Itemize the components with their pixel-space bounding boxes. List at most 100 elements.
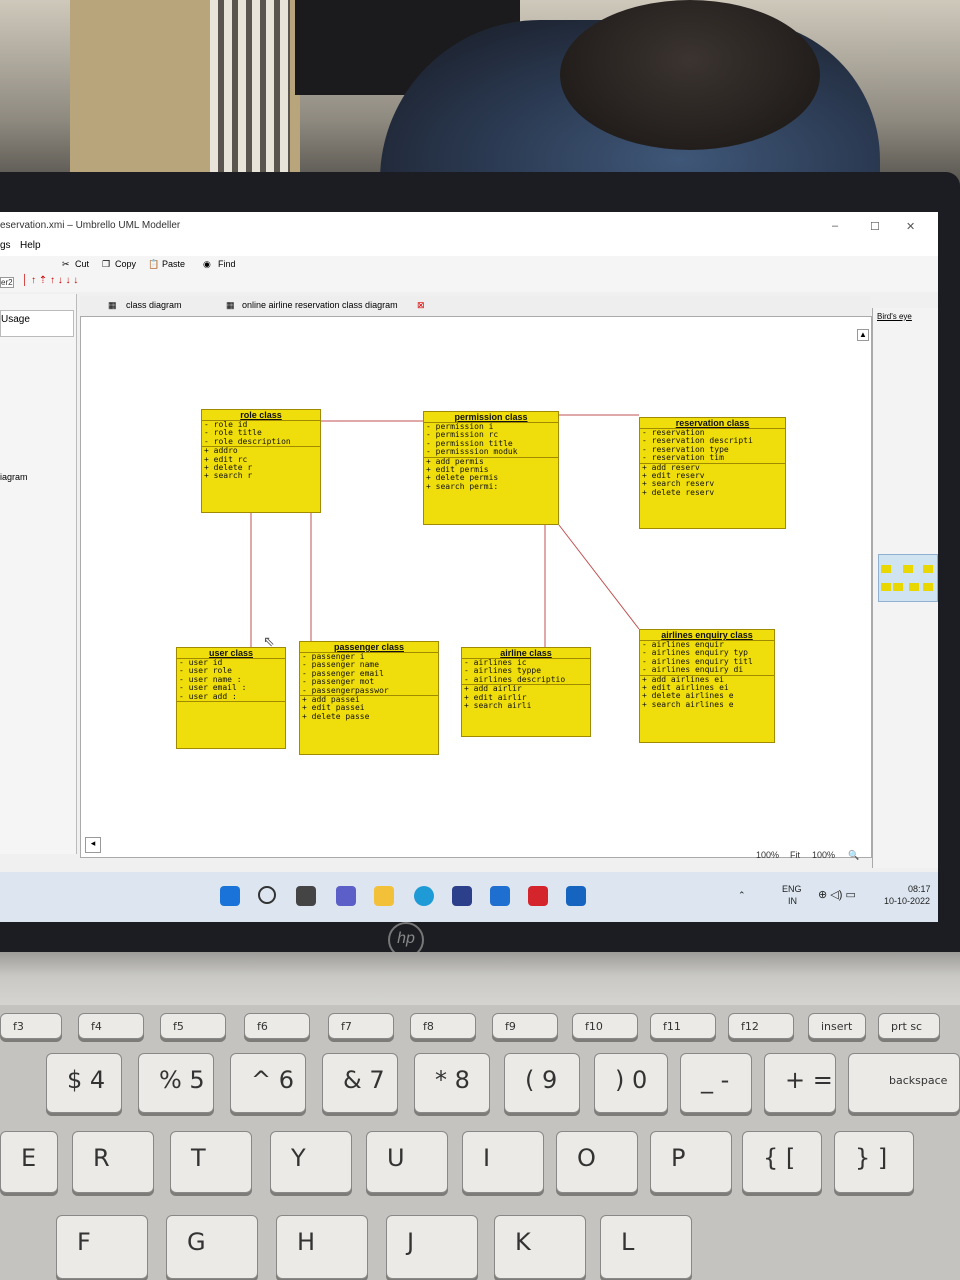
- key-f7[interactable]: f7: [328, 1013, 394, 1039]
- key-8[interactable]: * 8: [414, 1053, 490, 1113]
- mouse-cursor-icon: ⇖: [263, 633, 275, 649]
- key-k[interactable]: K: [494, 1215, 586, 1279]
- diagram-canvas[interactable]: role class - role id - role title - role…: [80, 316, 872, 858]
- key-t[interactable]: T: [170, 1131, 252, 1193]
- language-region[interactable]: IN: [788, 896, 797, 906]
- key-6[interactable]: ^ 6: [230, 1053, 306, 1113]
- edge-icon[interactable]: [414, 886, 434, 906]
- tree-view-usage[interactable]: Usage: [0, 310, 74, 337]
- key-7[interactable]: & 7: [322, 1053, 398, 1113]
- key-h[interactable]: H: [276, 1215, 368, 1279]
- key-f4[interactable]: f4: [78, 1013, 144, 1039]
- clock-date[interactable]: 10-10-2022: [884, 896, 930, 906]
- app-window-icon[interactable]: [566, 886, 586, 906]
- close-tab-icon[interactable]: ⊠: [417, 300, 425, 311]
- uml-class-airline[interactable]: airline class - airlines ic - airlines t…: [461, 647, 591, 737]
- uml-class-reservation[interactable]: reservation class - reservation - reserv…: [639, 417, 786, 529]
- key-o[interactable]: O: [556, 1131, 638, 1193]
- cut-button[interactable]: Cut: [75, 259, 89, 269]
- key-insert[interactable]: insert: [808, 1013, 866, 1039]
- tab-online-airline-reservation[interactable]: online airline reservation class diagram: [242, 300, 398, 310]
- key-minus[interactable]: _ -: [680, 1053, 752, 1113]
- key-f6[interactable]: f6: [244, 1013, 310, 1039]
- key-equals[interactable]: + =: [764, 1053, 836, 1113]
- key-l[interactable]: L: [600, 1215, 692, 1279]
- key-f3[interactable]: f3: [0, 1013, 62, 1039]
- key-f8[interactable]: f8: [410, 1013, 476, 1039]
- help-icon[interactable]: [490, 886, 510, 906]
- zoom-out-icon[interactable]: 🔍: [848, 850, 859, 861]
- birds-eye-preview[interactable]: [878, 554, 938, 602]
- tab-class-diagram[interactable]: class diagram: [126, 300, 182, 310]
- key-g[interactable]: G: [166, 1215, 258, 1279]
- scroll-up-icon[interactable]: ▲: [857, 329, 869, 341]
- store-icon[interactable]: [452, 886, 472, 906]
- tree-item-diagram[interactable]: iagram: [0, 472, 72, 484]
- key-backspace[interactable]: backspace: [848, 1053, 960, 1113]
- key-0[interactable]: ) 0: [594, 1053, 668, 1113]
- key-f10[interactable]: f10: [572, 1013, 638, 1039]
- copy-icon: ❐: [102, 259, 111, 269]
- fit-button[interactable]: Fit: [790, 850, 800, 860]
- search-icon[interactable]: [258, 886, 276, 904]
- key-prt-sc[interactable]: prt sc: [878, 1013, 940, 1039]
- key-left-bracket[interactable]: { [: [742, 1131, 822, 1193]
- mcafee-icon[interactable]: [528, 886, 548, 906]
- key-f12[interactable]: f12: [728, 1013, 794, 1039]
- uml-class-user[interactable]: user class - user id - user role - user …: [176, 647, 286, 749]
- menu-bar: gs Help: [0, 238, 938, 256]
- tray-chevron-icon[interactable]: ⌃: [738, 890, 746, 901]
- menu-item-settings[interactable]: gs: [0, 240, 11, 251]
- uml-operations: + add passei + edit passei + delete pass…: [300, 695, 438, 721]
- key-j[interactable]: J: [386, 1215, 478, 1279]
- key-i[interactable]: I: [462, 1131, 544, 1193]
- key-e[interactable]: E: [0, 1131, 58, 1193]
- key-f[interactable]: F: [56, 1215, 148, 1279]
- arrow-tools-icon[interactable]: │ ↑ ⇡ ↑ ↓ ↓ ↓: [22, 275, 78, 286]
- key-r[interactable]: R: [72, 1131, 154, 1193]
- key-4[interactable]: $ 4: [46, 1053, 122, 1113]
- key-f9[interactable]: f9: [492, 1013, 558, 1039]
- zoom-select[interactable]: 100%: [812, 850, 835, 860]
- copy-button[interactable]: Copy: [115, 259, 136, 269]
- close-button[interactable]: ✕: [906, 220, 915, 233]
- uml-attribute: - role description: [204, 436, 291, 446]
- key-p[interactable]: P: [650, 1131, 732, 1193]
- uml-operation: + delete passe: [302, 711, 370, 721]
- clock-time[interactable]: 08:17: [908, 884, 931, 894]
- find-button[interactable]: Find: [218, 259, 236, 269]
- file-explorer-icon[interactable]: [374, 886, 394, 906]
- mini-class: [923, 583, 933, 591]
- key-y[interactable]: Y: [270, 1131, 352, 1193]
- key-u[interactable]: U: [366, 1131, 448, 1193]
- network-volume-battery-icon[interactable]: ⊕ ◁) ▭: [818, 888, 856, 901]
- start-icon[interactable]: [220, 886, 240, 906]
- birds-eye-title: Bird's eye: [877, 312, 912, 321]
- scroll-left-icon[interactable]: ◂: [85, 837, 101, 853]
- key-9[interactable]: ( 9: [504, 1053, 580, 1113]
- zoom-level: 100%: [756, 850, 780, 860]
- mini-class: [881, 583, 891, 591]
- uml-class-role[interactable]: role class - role id - role title - role…: [201, 409, 321, 513]
- maximize-button[interactable]: ☐: [870, 220, 880, 233]
- menu-item-help[interactable]: Help: [20, 240, 41, 251]
- uml-class-airlines-enquiry[interactable]: airlines enquiry class - airlines enquir…: [639, 629, 775, 743]
- zoom-statusbar: 100% Fit 100% 🔍: [740, 848, 938, 862]
- task-view-icon[interactable]: [296, 886, 316, 906]
- language-code[interactable]: ENG: [782, 884, 802, 894]
- paste-button[interactable]: Paste: [162, 259, 185, 269]
- uml-operation: + search airli: [464, 701, 532, 711]
- uml-class-permission[interactable]: permission class - permission i - permis…: [423, 411, 559, 525]
- uml-operation: + delete reserv: [642, 487, 715, 497]
- key-right-bracket[interactable]: } ]: [834, 1131, 914, 1193]
- uml-operation: + search airlines e: [642, 699, 734, 709]
- minimize-button[interactable]: –: [832, 220, 838, 232]
- key-f5[interactable]: f5: [160, 1013, 226, 1039]
- toolbar-dropdown[interactable]: er2: [0, 277, 14, 288]
- teams-icon[interactable]: [336, 886, 356, 906]
- uml-operations: + add airlir + edit airlir + search airl…: [462, 684, 590, 711]
- key-5[interactable]: % 5: [138, 1053, 214, 1113]
- uml-class-passenger[interactable]: passenger class - passenger i - passenge…: [299, 641, 439, 755]
- window-title: eservation.xmi – Umbrello UML Modeller: [0, 220, 181, 231]
- key-f11[interactable]: f11: [650, 1013, 716, 1039]
